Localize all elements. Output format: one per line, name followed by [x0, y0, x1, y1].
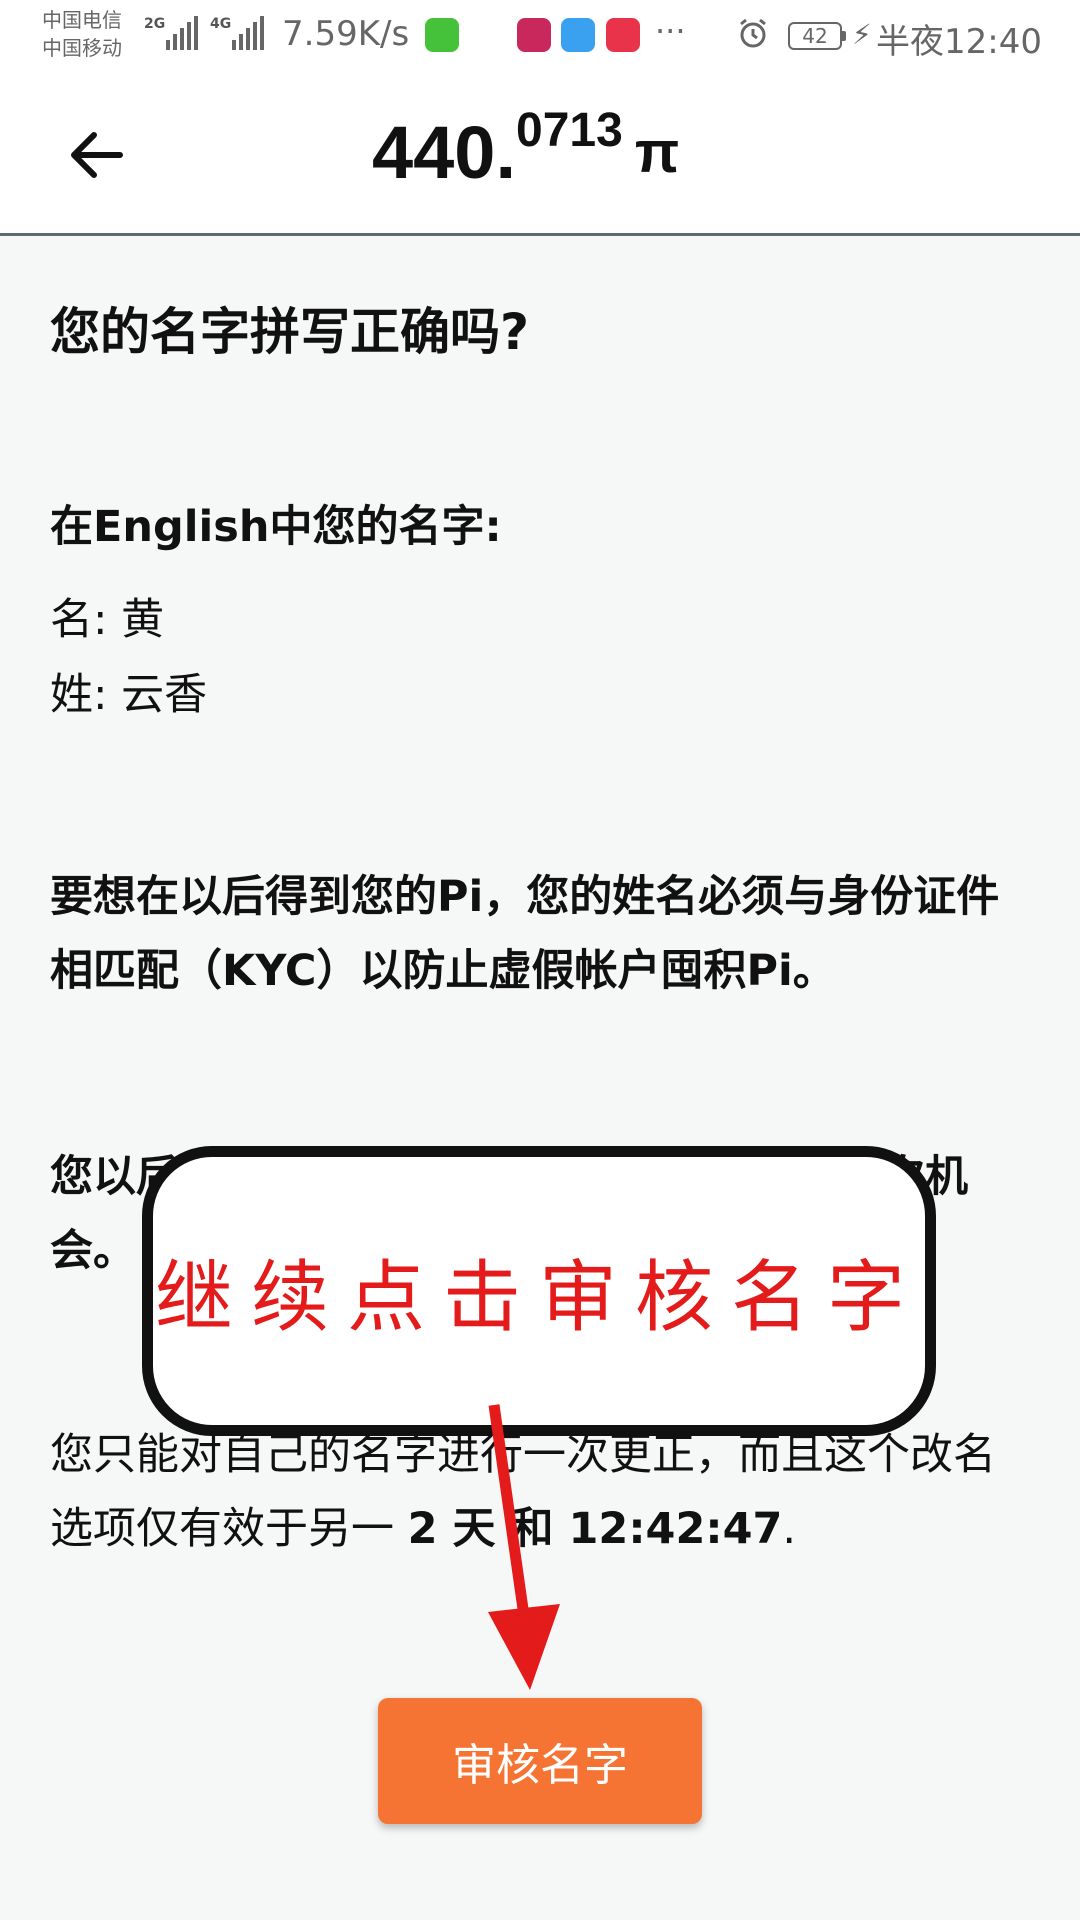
back-arrow-icon[interactable]	[62, 120, 132, 190]
lotus-app-icon	[517, 18, 551, 52]
english-name-label: 在English中您的名字:	[50, 502, 502, 552]
annotation-text: 继续点击审核名字	[154, 1253, 923, 1343]
status-bar: 中国电信 中国移动 2G 4G 7.59K/s ··· 42 ⚡ 半夜12:40	[0, 0, 1080, 80]
signal-icon	[166, 16, 198, 50]
correction-notice-suffix: .	[782, 1504, 797, 1554]
huawei-appgallery-icon	[606, 18, 640, 52]
network-type-1: 2G	[144, 16, 166, 32]
first-name: 名: 黄	[50, 595, 165, 645]
app-header: 440.0713 π	[0, 80, 1080, 236]
clock: 半夜12:40	[876, 22, 1042, 62]
pi-symbol: π	[634, 120, 680, 185]
kyc-notice: 要想在以后得到您的Pi，您的姓名必须与身份证件相匹配（KYC）以防止虚假帐户囤积…	[50, 872, 1000, 996]
pi-balance: 440.0713 π	[372, 104, 680, 195]
charging-icon: ⚡	[852, 18, 872, 51]
alarm-icon	[740, 18, 766, 48]
correction-notice: 您只能对自己的名字进行一次更正，而且这个改名选项仅有效于另一 2 天 和 12:…	[50, 1418, 1030, 1566]
more-notifications-icon: ···	[655, 12, 686, 50]
page-title: 您的名字拼写正确吗?	[50, 303, 530, 361]
balance-decimal: 0713	[516, 104, 623, 157]
review-name-button[interactable]: 审核名字	[378, 1698, 702, 1824]
network-speed: 7.59K/s	[282, 14, 410, 54]
carrier-2: 中国移动	[42, 36, 122, 60]
annotation-callout: 继续点击审核名字	[142, 1146, 936, 1436]
network-type-2: 4G	[210, 16, 232, 32]
remaining-time: 2 天 和 12:42:47	[407, 1504, 783, 1554]
balance-integer: 440.	[372, 111, 517, 194]
battery-icon: 42	[788, 22, 846, 50]
wechat-app-icon	[425, 18, 459, 52]
carrier-1: 中国电信	[42, 8, 122, 32]
carrier-labels: 中国电信 中国移动	[42, 6, 122, 62]
last-name: 姓: 云香	[50, 670, 208, 720]
signal-icon	[232, 16, 264, 50]
dingtalk-app-icon	[561, 18, 595, 52]
